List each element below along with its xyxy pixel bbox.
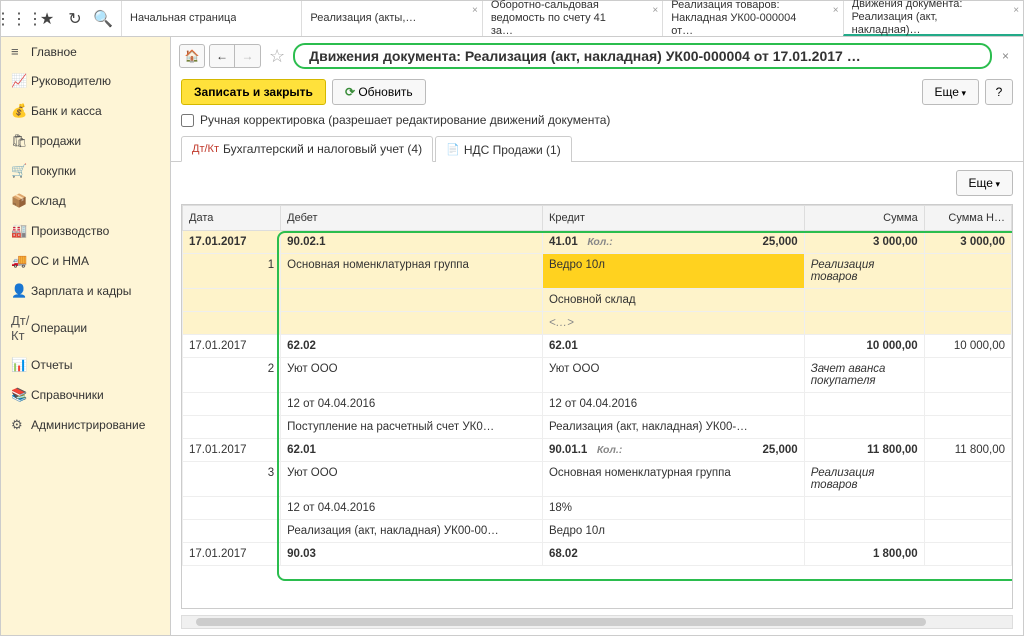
sidebar-label: Операции [31,321,87,335]
history-icon[interactable]: ↻ [61,5,89,33]
grid[interactable]: Дата Дебет Кредит Сумма Сумма Н… 17.01.2… [181,204,1013,609]
table-row[interactable]: 12 от 04.04.201618% [183,497,1012,520]
sidebar-icon: 👤 [11,283,31,299]
sidebar-icon: 🛍 [11,133,31,149]
table-row[interactable]: 1Основная номенклатурная группаВедро 10л… [183,254,1012,289]
sidebar-icon: 📈 [11,73,31,89]
table-row[interactable]: 17.01.201790.02.141.01 Кол.: 25,0003 000… [183,231,1012,254]
sidebar-label: Справочники [31,388,104,402]
sidebar-label: Зарплата и кадры [31,284,131,298]
sidebar-item[interactable]: 🚚ОС и НМА [1,246,170,276]
search-icon[interactable]: 🔍 [89,5,117,33]
sidebar-icon: 📦 [11,193,31,209]
manual-edit-label: Ручная корректировка (разрешает редактир… [200,113,610,127]
horizontal-scrollbar[interactable] [181,615,1013,629]
col-credit[interactable]: Кредит [542,206,804,231]
sidebar-item[interactable]: 👤Зарплата и кадры [1,276,170,306]
sidebar-item[interactable]: 📊Отчеты [1,350,170,380]
sidebar-label: Склад [31,194,66,208]
table-row[interactable]: 3Уют ООООсновная номенклатурная группаРе… [183,462,1012,497]
back-button[interactable]: ← [209,44,235,68]
sub-tab[interactable]: 📄 НДС Продажи (1) [435,136,572,162]
table-row[interactable]: 12 от 04.04.201612 от 04.04.2016 [183,393,1012,416]
tab-label: Движения документа: Реализация (акт, нак… [852,0,992,37]
tab-label: Реализация (акты,… [310,12,416,25]
sub-tab-icon: 📄 [446,143,460,156]
tab-close-icon[interactable]: × [652,5,658,17]
sidebar-icon: 💰 [11,103,31,119]
sidebar-icon: 🚚 [11,253,31,269]
grid-more-button[interactable]: Еще [956,170,1013,196]
forward-button[interactable]: → [235,44,261,68]
sub-tab[interactable]: Дт/Кт Бухгалтерский и налоговый учет (4) [181,136,433,162]
col-sum[interactable]: Сумма [804,206,924,231]
table-row[interactable]: <…> [183,312,1012,335]
sidebar-label: Покупки [31,164,76,178]
sidebar-item[interactable]: 📚Справочники [1,380,170,410]
sidebar-label: Администрирование [31,418,145,432]
tab-label: Начальная страница [130,12,236,25]
close-icon[interactable]: × [1002,49,1009,63]
col-sumn[interactable]: Сумма Н… [924,206,1011,231]
favorite-icon[interactable]: ☆ [269,46,285,67]
table-row[interactable]: 17.01.201790.0368.021 800,00 [183,543,1012,566]
sub-tab-icon: Дт/Кт [192,143,219,155]
sidebar-icon: 🛒 [11,163,31,179]
tab-close-icon[interactable]: × [1013,5,1019,17]
sidebar-icon: Дт/Кт [11,313,31,343]
tab-label: Реализация товаров: Накладная УК00-00000… [671,0,811,38]
sidebar-icon: ≡ [11,44,31,59]
sidebar-item[interactable]: 🛍Продажи [1,126,170,156]
col-debit[interactable]: Дебет [281,206,543,231]
table-row[interactable]: 17.01.201762.0262.0110 000,0010 000,00 [183,335,1012,358]
col-date[interactable]: Дата [183,206,281,231]
sidebar-icon: 📚 [11,387,31,403]
top-tab[interactable]: Реализация (акты,… × [301,1,481,36]
manual-edit-checkbox[interactable] [181,114,194,127]
sub-tab-label: Бухгалтерский и налоговый учет (4) [223,142,422,156]
help-button[interactable]: ? [985,79,1013,105]
sidebar-label: Главное [31,45,77,59]
sidebar-label: Банк и касса [31,104,102,118]
top-tab[interactable]: Начальная страница [121,1,301,36]
home-button[interactable]: 🏠 [179,44,205,68]
tab-label: Оборотно-сальдовая ведомость по счету 41… [491,0,631,38]
sub-tab-label: НДС Продажи (1) [464,143,561,157]
refresh-button[interactable]: Обновить [332,79,426,105]
tab-close-icon[interactable]: × [833,5,839,17]
table-row[interactable]: Основной склад [183,289,1012,312]
sidebar-item[interactable]: 🏭Производство [1,216,170,246]
sidebar-icon: 🏭 [11,223,31,239]
table-row[interactable]: 17.01.201762.0190.01.1 Кол.: 25,00011 80… [183,439,1012,462]
sidebar-label: Отчеты [31,358,72,372]
tab-close-icon[interactable]: × [472,5,478,17]
top-tab[interactable]: Оборотно-сальдовая ведомость по счету 41… [482,1,662,36]
sidebar-icon: ⚙ [11,417,31,433]
sidebar-item[interactable]: ≡Главное [1,37,170,66]
sidebar-label: Производство [31,224,109,238]
sidebar-label: Руководителю [31,74,111,88]
star-icon[interactable]: ★ [33,5,61,33]
sidebar-icon: 📊 [11,357,31,373]
more-button[interactable]: Еще [922,79,979,105]
table-row[interactable]: 2Уют ОООУют ОООЗачет аванса покупателя [183,358,1012,393]
top-tab[interactable]: Движения документа: Реализация (акт, нак… [843,1,1023,36]
top-tab[interactable]: Реализация товаров: Накладная УК00-00000… [662,1,842,36]
sidebar-label: ОС и НМА [31,254,89,268]
save-close-button[interactable]: Записать и закрыть [181,79,326,105]
sidebar-item[interactable]: ⚙Администрирование [1,410,170,440]
sidebar-label: Продажи [31,134,81,148]
sidebar-item[interactable]: 🛒Покупки [1,156,170,186]
apps-icon[interactable]: ⋮⋮⋮ [5,5,33,33]
sidebar-item[interactable]: 📦Склад [1,186,170,216]
sidebar-item[interactable]: Дт/КтОперации [1,306,170,350]
sidebar-item[interactable]: 💰Банк и касса [1,96,170,126]
table-row[interactable]: Поступление на расчетный счет УК0…Реализ… [183,416,1012,439]
sidebar-item[interactable]: 📈Руководителю [1,66,170,96]
page-title: Движения документа: Реализация (акт, нак… [293,43,992,69]
table-row[interactable]: Реализация (акт, накладная) УК00-00…Ведр… [183,520,1012,543]
